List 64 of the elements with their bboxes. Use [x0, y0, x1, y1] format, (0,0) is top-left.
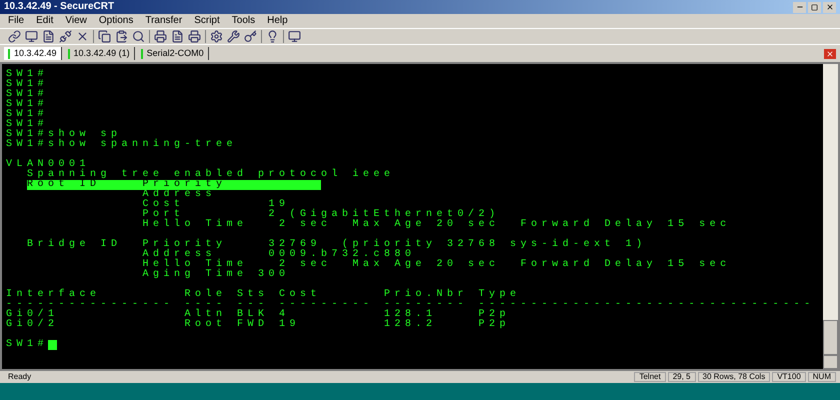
terminal-line: Address — [142, 190, 216, 200]
toolbar-icon[interactable] — [132, 30, 145, 43]
terminal-line: SW1# — [6, 80, 48, 90]
close-icon — [826, 3, 834, 11]
status-text: NUM — [808, 372, 836, 382]
toolbar-icon[interactable] — [171, 30, 184, 43]
terminal-line: SW1# — [6, 110, 48, 120]
terminal-line: Aging Time 300 — [142, 270, 290, 280]
toolbar-icon[interactable] — [244, 30, 257, 43]
terminal-line: SW1# — [6, 340, 48, 350]
terminal-line: SW1#show spanning-tree — [6, 140, 238, 150]
toolbar-icon[interactable] — [154, 30, 167, 43]
session-tab[interactable]: 10.3.42.49 — [4, 47, 62, 60]
toolbar-icon[interactable] — [115, 30, 128, 43]
terminal-line: ---------------- ---- --- --------- -------- -------------------------------- — [6, 300, 815, 310]
scrollbar[interactable] — [823, 64, 838, 369]
terminal-line: Interface Role Sts Cost Prio.Nbr Type — [6, 290, 521, 300]
terminal-line: Port 2 (GigabitEthernet0/2) — [142, 210, 500, 220]
terminal-line: Bridge ID Priority 32769 (priority 32768 sys-id-ext 1) — [26, 240, 647, 250]
toolbar-icon[interactable] — [98, 30, 111, 43]
close-tab-button[interactable] — [824, 48, 836, 58]
toolbar-icon[interactable] — [42, 30, 55, 43]
toolbar-icon[interactable] — [227, 30, 240, 43]
status-text: Ready — [7, 373, 32, 381]
menu-item[interactable]: Transfer — [145, 16, 182, 26]
window-title: 10.3.42.49 - SecureCRT — [4, 2, 114, 12]
maximize-button[interactable] — [808, 2, 821, 12]
terminal-line: SW1#show sp — [6, 130, 122, 140]
terminal-line: SW1# — [6, 100, 48, 110]
status-text: Telnet — [634, 372, 666, 382]
terminal-line: Hello Time 2 sec Max Age 20 sec Forward Delay 15 sec — [142, 260, 731, 270]
toolbar-icon[interactable] — [266, 30, 279, 43]
minimize-button[interactable] — [793, 2, 806, 12]
close-button[interactable] — [823, 2, 836, 12]
terminal-line: SW1# — [6, 70, 48, 80]
toolbar-icon[interactable] — [76, 30, 89, 43]
menu-item[interactable]: Edit — [36, 16, 54, 26]
terminal-line: Spanning tree enabled protocol ieee — [26, 170, 395, 180]
status-text: 29, 5 — [668, 372, 696, 382]
toolbar-icon[interactable] — [59, 30, 72, 43]
status-text: 30 Rows, 78 Cols — [698, 372, 770, 382]
terminal-screen[interactable] — [2, 64, 823, 369]
terminal-line: Hello Time 2 sec Max Age 20 sec Forward Delay 15 sec — [142, 220, 731, 230]
toolbar-icon[interactable] — [210, 30, 223, 43]
status-text: VT100 — [772, 372, 806, 382]
toolbar-icon[interactable] — [8, 30, 21, 43]
terminal-line: SW1# — [6, 120, 48, 130]
toolbar-icon[interactable] — [25, 30, 38, 43]
menu-item[interactable]: File — [8, 16, 24, 26]
terminal-line: Gi0/1 Altn BLK 4 128.1 P2p — [6, 310, 510, 320]
menu-item[interactable]: Tools — [232, 16, 256, 26]
terminal-line: Gi0/2 Root FWD 19 128.2 P2p — [6, 320, 510, 330]
menu-item[interactable]: Help — [267, 16, 288, 26]
close-icon — [826, 50, 834, 58]
terminal-line: Address 0009.b732.c880 — [142, 250, 416, 260]
toolbar-icon[interactable] — [288, 30, 301, 43]
terminal-line: SW1# — [6, 90, 48, 100]
menu-item[interactable]: View — [65, 16, 87, 26]
menu-item[interactable]: Script — [194, 16, 220, 26]
terminal-line: Cost 19 — [142, 200, 290, 210]
menu-item[interactable]: Options — [98, 16, 134, 26]
maximize-icon — [811, 4, 818, 10]
terminal-line: VLAN0001 — [6, 160, 90, 170]
toolbar-icon[interactable] — [188, 30, 201, 43]
